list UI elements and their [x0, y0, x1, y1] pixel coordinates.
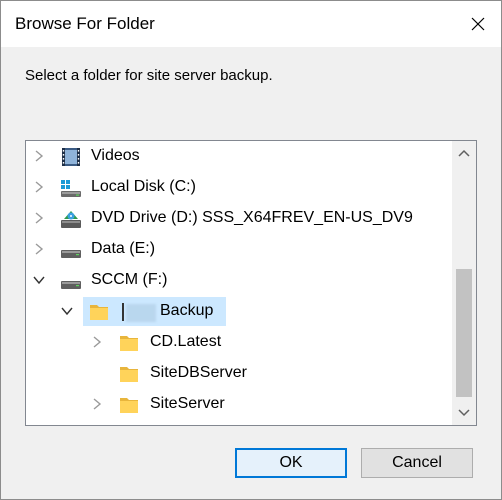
close-button[interactable]: [455, 1, 501, 47]
tree-item-label: SiteDBServer: [150, 364, 247, 381]
tree-item-siteserver[interactable]: SiteServer: [26, 389, 450, 420]
chevron-down-icon: [458, 409, 470, 417]
browse-for-folder-dialog: Browse For Folder Select a folder for si…: [0, 0, 502, 500]
tree-item-sitedbserver[interactable]: SiteDBServer: [26, 358, 450, 389]
ok-button[interactable]: OK: [235, 448, 347, 478]
scroll-down-button[interactable]: [452, 401, 476, 425]
expand-chevron-icon[interactable]: [31, 210, 47, 226]
tree-item-label: Videos: [91, 147, 140, 164]
chevron-up-icon: [458, 149, 470, 157]
tree-item-dvd-drive-d[interactable]: DVD Drive (D:) SSS_X64FREV_EN-US_DV9: [26, 203, 450, 234]
folder-icon: [118, 332, 140, 354]
folder-tree[interactable]: Videos Local Disk (C:) DVD Drive (D:) SS…: [25, 140, 477, 426]
local-disk-icon: [60, 177, 82, 199]
expand-chevron-icon[interactable]: [31, 179, 47, 195]
tree-item-label: CD.Latest: [150, 333, 222, 350]
drive-icon: [60, 270, 82, 292]
title-bar: Browse For Folder: [1, 1, 501, 47]
tree-item-label: Data (E:): [91, 240, 156, 257]
tree-item-sccm-f[interactable]: SCCM (F:): [26, 265, 450, 296]
scroll-up-button[interactable]: [452, 141, 476, 165]
collapse-chevron-icon[interactable]: [31, 272, 47, 288]
tree-item-label: SCCM (F:): [91, 271, 168, 288]
folder-icon: [88, 301, 110, 323]
instruction-text: Select a folder for site server backup.: [25, 67, 273, 84]
scrollbar-thumb[interactable]: [456, 269, 472, 397]
folder-icon: [118, 363, 140, 385]
redacted-name: [126, 304, 156, 322]
cancel-button[interactable]: Cancel: [361, 448, 473, 478]
drive-icon: [60, 239, 82, 261]
tree-item-label: DVD Drive (D:) SSS_X64FREV_EN-US_DV9: [91, 209, 413, 226]
folder-icon: [118, 394, 140, 416]
dvd-drive-icon: [60, 208, 82, 230]
tree-item-data-e[interactable]: Data (E:): [26, 234, 450, 265]
expand-chevron-icon[interactable]: [89, 396, 105, 412]
tree-item-label: Local Disk (C:): [91, 178, 196, 195]
collapse-chevron-icon[interactable]: [59, 303, 75, 319]
expand-chevron-icon[interactable]: [89, 334, 105, 350]
tree-item-label: Backup: [160, 302, 214, 319]
videos-folder-icon: [60, 146, 82, 168]
expand-chevron-icon[interactable]: [31, 148, 47, 164]
name-fragment: [122, 303, 124, 321]
vertical-scrollbar[interactable]: [452, 141, 476, 425]
tree-item-videos[interactable]: Videos: [26, 141, 450, 172]
tree-item-label: SiteServer: [150, 395, 225, 412]
tree-item-local-disk-c[interactable]: Local Disk (C:): [26, 172, 450, 203]
close-icon: [471, 17, 485, 31]
expand-chevron-icon[interactable]: [31, 241, 47, 257]
dialog-title: Browse For Folder: [15, 14, 155, 33]
tree-item-backup[interactable]: Backup: [26, 296, 450, 327]
tree-item-cd-latest[interactable]: CD.Latest: [26, 327, 450, 358]
